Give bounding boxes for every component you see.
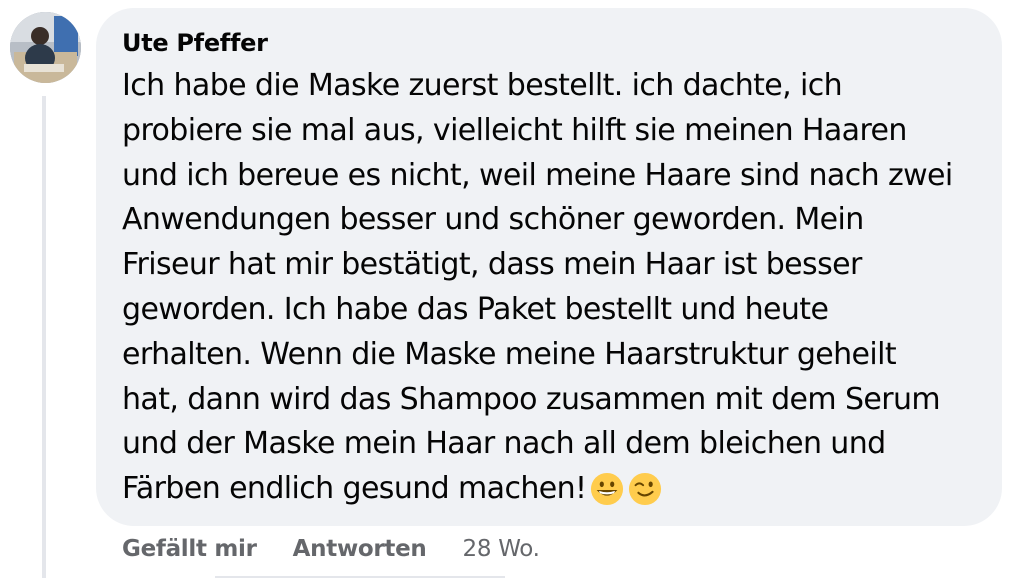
comment-line: und der Maske mein Haar nach all dem ble… <box>122 426 886 462</box>
comment-line-text: Färben endlich gesund machen! <box>122 471 587 507</box>
comment-line: Ich habe die Maske zuerst bestellt. ich … <box>122 68 843 103</box>
reply-button[interactable]: Antworten <box>293 536 427 562</box>
author-avatar[interactable] <box>10 12 81 83</box>
comment-line: erhalten. Wenn die Maske meine Haarstruk… <box>122 336 897 372</box>
comment-actions: Gefällt mir Antworten 28 Wo. <box>122 532 540 566</box>
comment-line: Friseur hat mir bestätigt, dass mein Haa… <box>122 247 862 283</box>
comment-line: hat, dann wird das Shampoo zusammen mit … <box>122 381 941 417</box>
comment-line: probiere sie mal aus, vielleicht hilft s… <box>122 112 907 148</box>
comment-body: Ich habe die Maske zuerst bestellt. ich … <box>122 64 982 512</box>
comment-line: und ich bereue es nicht, weil meine Haar… <box>122 157 953 193</box>
comment-line-last: Färben endlich gesund machen! <box>122 467 982 512</box>
grinning-face-emoji-icon <box>591 473 624 506</box>
comment-timestamp[interactable]: 28 Wo. <box>463 536 540 562</box>
comment-author-name[interactable]: Ute Pfeffer <box>122 27 268 59</box>
like-button[interactable]: Gefällt mir <box>122 536 257 562</box>
reply-thread-line <box>42 96 46 578</box>
winking-face-emoji-icon <box>629 473 662 506</box>
comment-line: Anwendungen besser und schöner geworden.… <box>122 202 864 238</box>
comment-line: geworden. Ich habe das Paket bestellt un… <box>122 291 829 327</box>
profile-photo-icon <box>10 12 81 83</box>
